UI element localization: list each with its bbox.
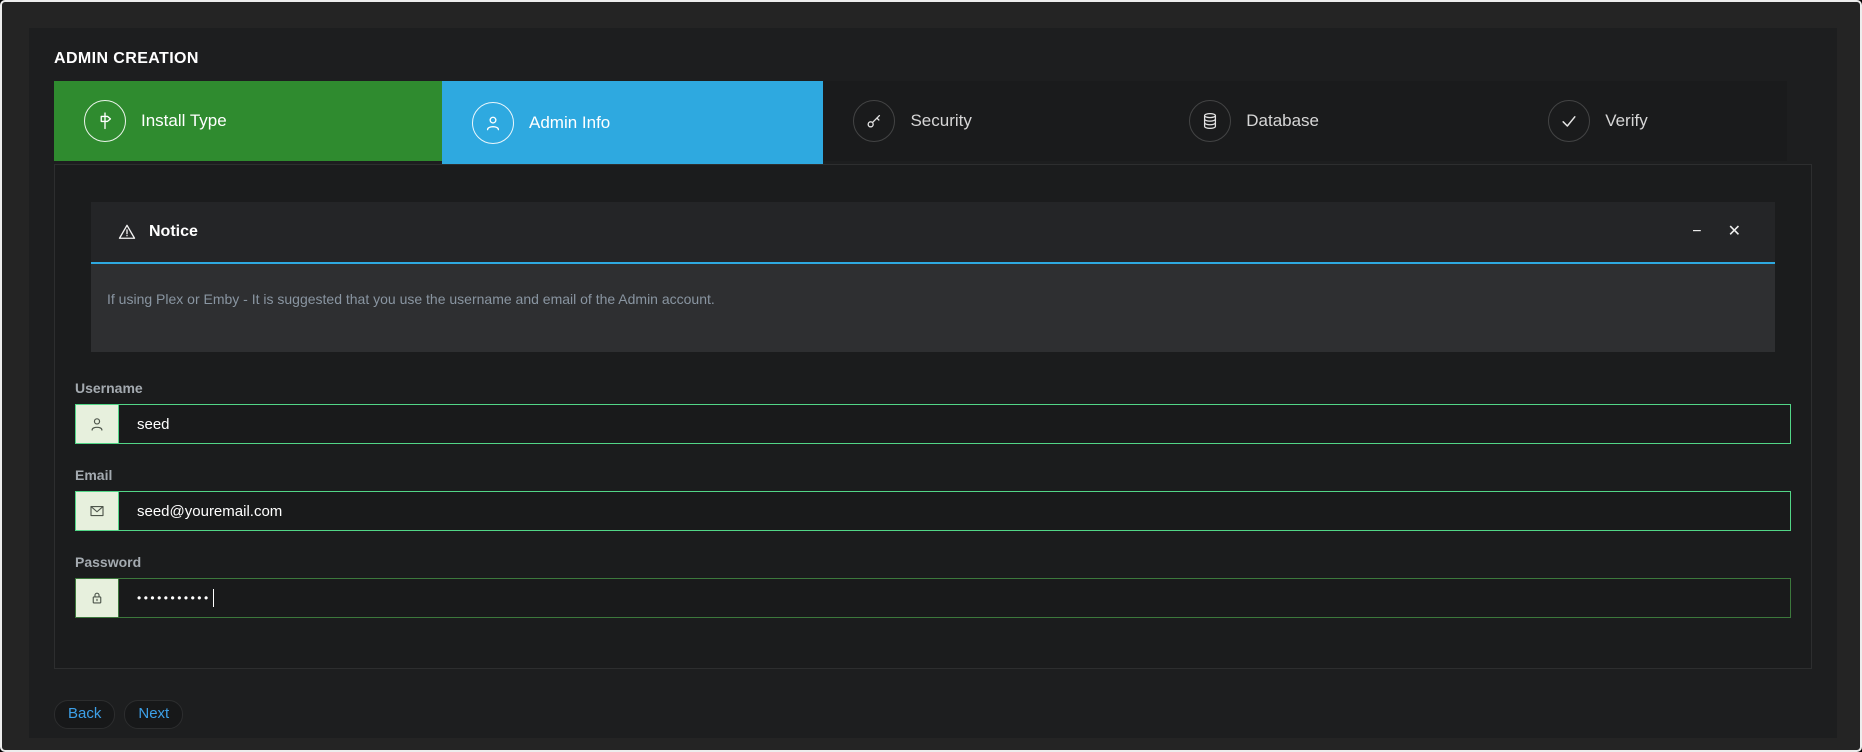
text-caret [213,589,214,607]
lock-icon [76,579,119,617]
email-input[interactable] [119,492,1790,530]
notice-box: Notice − ✕ If using Plex or Emby - It is… [91,202,1775,352]
password-masked-value: ••••••••••• [137,592,211,604]
password-field-group: Password ••••••••••• [75,554,1791,618]
wizard-step-label: Security [910,111,971,131]
password-label: Password [75,554,1791,570]
password-input-row: ••••••••••• [75,578,1791,618]
email-field-group: Email [75,467,1791,531]
wizard-step-label: Install Type [141,111,227,131]
wizard-footer: Back Next [54,700,1812,729]
username-field-group: Username [75,380,1791,444]
page-title: ADMIN CREATION [54,28,1812,68]
username-label: Username [75,380,1791,396]
database-icon [1189,100,1231,142]
email-input-row [75,491,1791,531]
wizard-step-database[interactable]: Database [1159,81,1518,161]
username-input-row [75,404,1791,444]
notice-title: Notice [149,223,198,241]
password-input[interactable]: ••••••••••• [119,579,1790,617]
key-icon [853,100,895,142]
email-label: Email [75,467,1791,483]
notice-header: Notice − ✕ [91,202,1775,264]
check-icon [1548,100,1590,142]
admin-info-form: Username Email [75,380,1791,618]
signpost-icon [84,100,126,142]
wizard-step-label: Verify [1605,111,1648,131]
wizard-step-label: Admin Info [529,113,610,133]
notice-text: If using Plex or Emby - It is suggested … [107,291,715,307]
minimize-icon[interactable]: − [1684,220,1709,244]
next-button[interactable]: Next [124,700,183,729]
username-input[interactable] [119,405,1790,443]
wizard-step-security[interactable]: Security [823,81,1159,161]
user-icon [76,405,119,443]
user-icon [472,102,514,144]
envelope-icon [76,492,119,530]
notice-body: If using Plex or Emby - It is suggested … [91,264,1775,352]
wizard-step-install-type[interactable]: Install Type [54,81,442,161]
back-button[interactable]: Back [54,700,115,729]
wizard-step-admin-info[interactable]: Admin Info [442,81,823,164]
wizard-step-verify[interactable]: Verify [1518,81,1812,161]
wizard-step-bar: Install Type Admin Info [54,81,1812,164]
step-content-panel: Notice − ✕ If using Plex or Emby - It is… [54,164,1812,669]
wizard-step-label: Database [1246,111,1319,131]
app-window: ADMIN CREATION Install Type [0,0,1862,752]
warning-icon [117,222,137,242]
admin-creation-card: ADMIN CREATION Install Type [29,28,1837,738]
close-icon[interactable]: ✕ [1720,220,1749,244]
